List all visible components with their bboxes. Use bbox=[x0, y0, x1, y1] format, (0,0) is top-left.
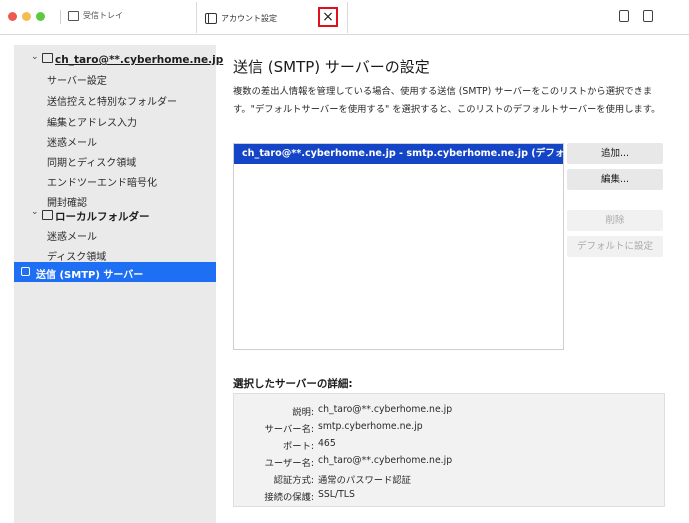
sidebar-item-local-junk[interactable]: 迷惑メール bbox=[47, 228, 97, 243]
detail-value: ch_taro@**.cyberhome.ne.jp bbox=[318, 455, 453, 466]
account-name: ch_taro@**.cyberhome.ne.jp bbox=[55, 54, 224, 66]
details-heading: 選択したサーバーの詳細: bbox=[233, 378, 353, 390]
sidebar-item-composition[interactable]: 編集とアドレス入力 bbox=[47, 114, 137, 129]
server-details-panel: 説明: ch_taro@**.cyberhome.ne.jp サーバー名: sm… bbox=[233, 393, 665, 507]
tab-inbox[interactable]: 受信トレイ bbox=[68, 10, 123, 21]
smtp-server-list[interactable]: ch_taro@**.cyberhome.ne.jp - smtp.cyberh… bbox=[233, 143, 588, 350]
detail-label: ユーザー名: bbox=[264, 458, 314, 469]
sidebar-item-smtp-server[interactable]: 送信 (SMTP) サーバー bbox=[14, 262, 216, 282]
tasks-icon[interactable] bbox=[619, 10, 629, 22]
detail-label: 接続の保護: bbox=[264, 492, 314, 503]
list-item[interactable]: ch_taro@**.cyberhome.ne.jp - smtp.cyberh… bbox=[234, 144, 588, 164]
mail-icon bbox=[42, 53, 53, 63]
settings-tab-icon bbox=[205, 13, 217, 24]
folder-icon bbox=[42, 210, 53, 220]
detail-value: SSL/TLS bbox=[318, 489, 355, 500]
detail-value: smtp.cyberhome.ne.jp bbox=[318, 421, 423, 432]
smtp-server-icon bbox=[21, 267, 30, 276]
sidebar-item-copies-folders[interactable]: 送信控えと特別なフォルダー bbox=[47, 93, 177, 108]
add-button[interactable]: 追加... bbox=[567, 143, 663, 164]
sidebar-item-return-receipts[interactable]: 開封確認 bbox=[47, 194, 87, 209]
account-node[interactable]: ch_taro@**.cyberhome.ne.jp bbox=[42, 53, 223, 66]
zoom-window-icon[interactable] bbox=[36, 12, 45, 21]
detail-value: ch_taro@**.cyberhome.ne.jp bbox=[318, 404, 453, 415]
edit-button[interactable]: 編集... bbox=[567, 169, 663, 190]
detail-value: 465 bbox=[318, 438, 336, 449]
sidebar-item-local-disk[interactable]: ディスク領域 bbox=[47, 248, 106, 263]
close-window-icon[interactable] bbox=[8, 12, 17, 21]
detail-value: 通常のパスワード認証 bbox=[318, 475, 411, 486]
sidebar-item-sync-storage[interactable]: 同期とディスク領域 bbox=[47, 154, 136, 169]
delete-button[interactable]: 削除 bbox=[567, 210, 663, 231]
detail-label: ポート: bbox=[282, 441, 314, 452]
divider bbox=[60, 10, 61, 24]
set-default-button[interactable]: デフォルトに設定 bbox=[567, 236, 663, 257]
tab-account-settings-label: アカウント設定 bbox=[221, 14, 277, 23]
sidebar-item-smtp-label: 送信 (SMTP) サーバー bbox=[36, 270, 144, 281]
chevron-down-icon[interactable]: ⌄ bbox=[31, 207, 39, 217]
window-controls bbox=[8, 12, 45, 21]
sidebar-item-e2e-encryption[interactable]: エンドツーエンド暗号化 bbox=[47, 174, 157, 189]
inbox-icon bbox=[68, 10, 79, 21]
sidebar-item-junk[interactable]: 迷惑メール bbox=[47, 134, 97, 149]
title-bar: 受信トレイ アカウント設定 × bbox=[0, 0, 689, 35]
page-description: 複数の差出人情報を管理している場合、使用する送信 (SMTP) サーバーをこのリ… bbox=[233, 86, 661, 115]
local-folders-label: ローカルフォルダー bbox=[55, 211, 150, 223]
local-folders-node[interactable]: ローカルフォルダー bbox=[42, 209, 150, 224]
detail-label: サーバー名: bbox=[264, 424, 314, 435]
detail-label: 認証方式: bbox=[273, 475, 314, 486]
chevron-down-icon[interactable]: ⌄ bbox=[31, 52, 39, 62]
sidebar-item-server-settings[interactable]: サーバー設定 bbox=[47, 72, 107, 87]
detail-label: 説明: bbox=[292, 407, 314, 418]
minimize-window-icon[interactable] bbox=[22, 12, 31, 21]
page-title: 送信 (SMTP) サーバーの設定 bbox=[233, 58, 430, 76]
close-tab-icon[interactable]: × bbox=[318, 7, 338, 27]
sidebar-toggle-icon[interactable] bbox=[643, 10, 653, 22]
tab-inbox-label: 受信トレイ bbox=[83, 11, 123, 20]
